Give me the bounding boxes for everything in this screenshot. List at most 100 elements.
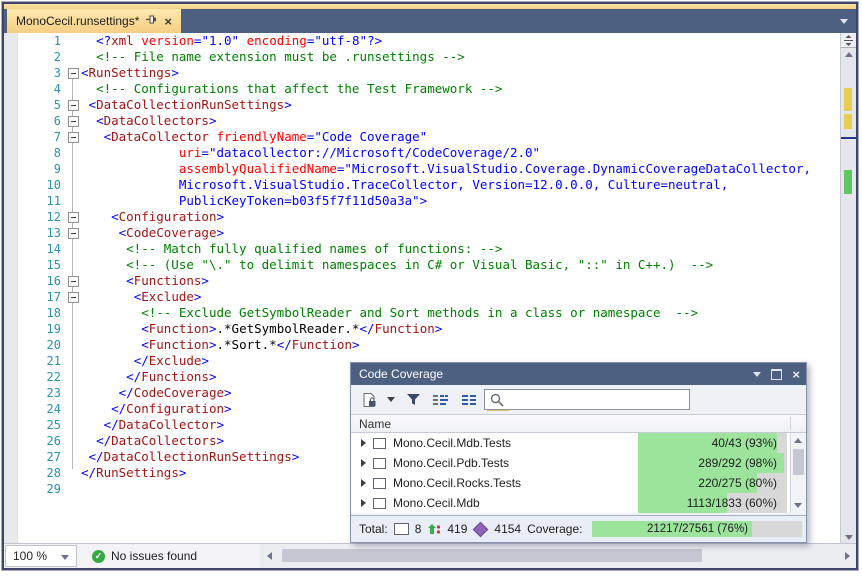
document-list-dropdown-icon[interactable] — [840, 19, 848, 24]
outline-cell — [64, 161, 81, 177]
export-results-button[interactable] — [359, 390, 379, 410]
scrollbar-thumb[interactable] — [282, 549, 702, 562]
fold-toggle[interactable] — [64, 97, 81, 113]
caret-position-mark — [841, 137, 856, 139]
code-line: <!-- (Use "\." to delimit namespaces in … — [81, 257, 840, 273]
panel-title-bar[interactable]: Code Coverage × — [351, 363, 806, 385]
export-dropdown-icon[interactable] — [387, 397, 395, 402]
horizontal-scrollbar[interactable] — [260, 544, 856, 568]
maximize-icon[interactable] — [771, 369, 782, 380]
expander-icon[interactable] — [361, 459, 366, 467]
search-input[interactable] — [509, 391, 691, 408]
line-number: 25 — [18, 417, 61, 433]
table-scrollbar[interactable] — [790, 433, 806, 513]
fold-toggle[interactable] — [64, 129, 81, 145]
fold-toggle[interactable] — [64, 225, 81, 241]
table-row[interactable]: Mono.Cecil.Pdb.Tests289/292 (98%) — [351, 453, 790, 473]
outline-cell — [64, 449, 81, 465]
modified-mark — [844, 114, 852, 129]
outline-cell — [64, 177, 81, 193]
collapse-box-icon[interactable] — [68, 276, 79, 287]
collapse-box-icon[interactable] — [68, 228, 79, 239]
scroll-up-button[interactable] — [841, 48, 856, 61]
outline-cell — [64, 193, 81, 209]
vertical-scrollbar[interactable] — [840, 33, 856, 544]
assembly-box-icon — [373, 458, 386, 469]
collapse-box-icon[interactable] — [68, 68, 79, 79]
code-line: <Configuration> — [81, 209, 840, 225]
window-menu-icon[interactable] — [753, 372, 761, 377]
line-number: 22 — [18, 369, 61, 385]
fold-toggle[interactable] — [64, 209, 81, 225]
filter-button[interactable] — [403, 390, 423, 410]
line-number: 20 — [18, 337, 61, 353]
total-coverage-cell: 21217/27561 (76%) — [592, 521, 802, 537]
line-number: 6 — [18, 113, 61, 129]
expander-icon[interactable] — [361, 479, 366, 487]
line-number: 8 — [18, 145, 61, 161]
line-number: 19 — [18, 321, 61, 337]
collapse-box-icon[interactable] — [68, 292, 79, 303]
outline-cell — [64, 145, 81, 161]
assembly-box-icon — [373, 498, 386, 509]
table-row[interactable]: Mono.Cecil.Mdb1113/1833 (60%) — [351, 493, 790, 513]
document-health-indicator[interactable]: ✓ No issues found — [92, 544, 197, 568]
group-by-button[interactable] — [431, 390, 451, 410]
zoom-level-value: 100 % — [13, 549, 47, 563]
fold-toggle[interactable] — [64, 113, 81, 129]
split-handle[interactable] — [841, 33, 856, 48]
coverage-value: 220/275 (80%) — [638, 473, 777, 493]
scrollbar-thumb[interactable] — [793, 449, 804, 475]
outlining-margin[interactable] — [64, 33, 81, 497]
table-row[interactable]: Mono.Cecil.Mdb.Tests40/43 (93%) — [351, 433, 790, 453]
fold-toggle[interactable] — [64, 273, 81, 289]
collapse-box-icon[interactable] — [68, 212, 79, 223]
search-icon — [490, 393, 504, 407]
scroll-down-icon[interactable] — [794, 503, 802, 508]
scroll-down-icon — [845, 535, 853, 540]
expander-icon[interactable] — [361, 499, 366, 507]
methods-diamond-icon — [473, 521, 489, 537]
line-number: 28 — [18, 465, 61, 481]
breakpoint-margin[interactable] — [4, 33, 18, 544]
table-row[interactable]: Mono.Cecil.Rocks.Tests220/275 (80%) — [351, 473, 790, 493]
scroll-up-icon[interactable] — [794, 438, 802, 443]
tab-monocecil-runsettings[interactable]: MonoCecil.runsettings* × — [7, 9, 181, 33]
expander-icon[interactable] — [361, 439, 366, 447]
collapse-box-icon[interactable] — [68, 116, 79, 127]
panel-title: Code Coverage — [359, 367, 443, 381]
search-box[interactable] — [484, 389, 690, 410]
line-number: 14 — [18, 241, 61, 257]
name-column-header[interactable]: Name — [359, 417, 391, 431]
coverage-table: Mono.Cecil.Mdb.Tests40/43 (93%)Mono.Ceci… — [351, 433, 790, 513]
line-number: 4 — [18, 81, 61, 97]
line-number: 2 — [18, 49, 61, 65]
total-coverage-value: 21217/27561 (76%) — [592, 521, 802, 537]
code-line: <Function>.*Sort.*</Function> — [81, 337, 840, 353]
table-header[interactable]: Name — [351, 414, 806, 433]
modified-mark — [844, 88, 852, 111]
line-number: 1 — [18, 33, 61, 49]
saved-change-mark — [844, 170, 852, 194]
line-number: 3 — [18, 65, 61, 81]
collapse-box-icon[interactable] — [68, 132, 79, 143]
collapse-box-icon[interactable] — [68, 100, 79, 111]
pin-icon[interactable] — [146, 14, 157, 28]
close-icon[interactable]: × — [792, 368, 800, 381]
fold-toggle[interactable] — [64, 65, 81, 81]
fold-toggle[interactable] — [64, 289, 81, 305]
outline-cell — [64, 257, 81, 273]
code-line: <RunSettings> — [81, 65, 840, 81]
show-partially-covered-button[interactable] — [459, 390, 479, 410]
scroll-left-icon[interactable] — [267, 552, 272, 560]
code-line: uri="datacollector://Microsoft/CodeCover… — [81, 145, 840, 161]
health-message: No issues found — [111, 549, 197, 563]
code-line: <CodeCoverage> — [81, 225, 840, 241]
scroll-right-icon[interactable] — [845, 552, 850, 560]
outline-cell — [64, 385, 81, 401]
line-number: 26 — [18, 433, 61, 449]
close-icon[interactable]: × — [164, 15, 172, 28]
editor-status-bar: 100 % ✓ No issues found — [4, 543, 856, 568]
zoom-level-select[interactable]: 100 % — [5, 545, 77, 567]
code-line: <DataCollectionRunSettings> — [81, 97, 840, 113]
